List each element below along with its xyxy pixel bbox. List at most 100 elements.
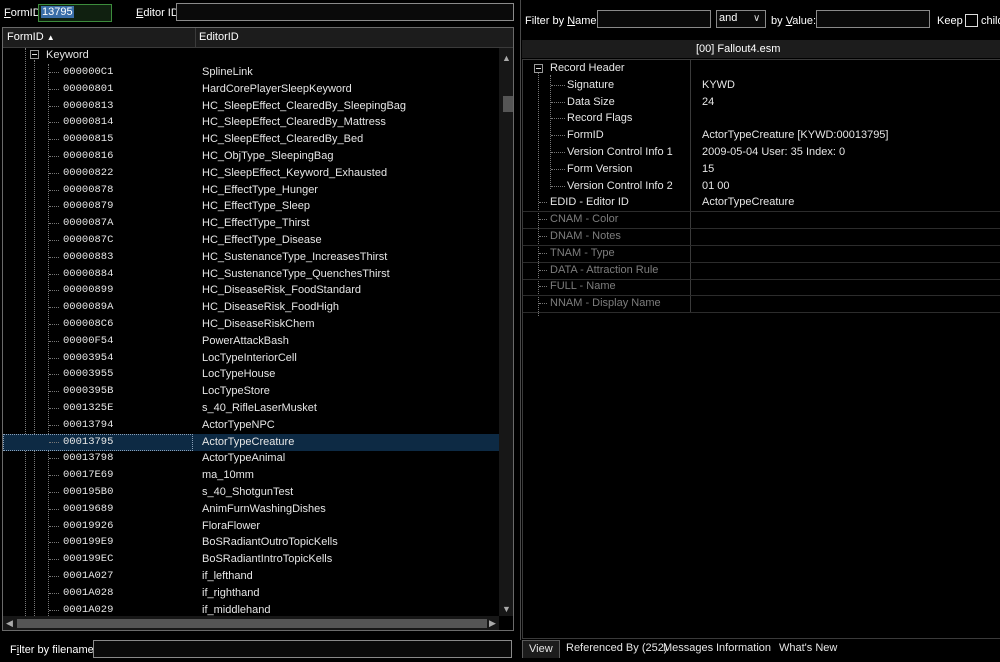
table-row[interactable]: 00000813 HC_SleepEffect_ClearedBy_Sleepin… [3,98,499,115]
table-row[interactable]: 00000815 HC_SleepEffect_ClearedBy_Bed [3,131,499,148]
row-formid: 000008C6 [63,318,114,330]
table-row[interactable]: 0001325E s_40_RifleLaserMusket [3,400,499,417]
table-row[interactable]: 0000395B LocTypeStore [3,383,499,400]
table-row[interactable]: 0000087A HC_EffectType_Thirst [3,215,499,232]
table-row[interactable]: 00000F54 PowerAttackBash [3,333,499,350]
field-row[interactable]: FULL - Name [523,278,1000,297]
table-row[interactable]: 0000089A HC_DiseaseRisk_FoodHigh [3,299,499,316]
keyword-group[interactable]: Keyword [46,49,89,61]
record-tree-pane: FormID ▲ EditorID Keyword 000000C1 Spline… [2,27,514,631]
field-row[interactable]: Version Control Info 2 01 00 [523,178,1000,195]
table-row[interactable]: 00000899 HC_DiseaseRisk_FoodStandard [3,282,499,299]
vertical-scroll-thumb[interactable] [503,96,513,112]
row-formid: 00000815 [63,133,114,146]
tab-view[interactable]: View [522,640,560,658]
row-formid: 00003955 [63,368,114,381]
keep-child-checkbox[interactable] [965,14,978,27]
row-editorid: HC_EffectType_Sleep [202,200,311,213]
row-formid: 00000816 [63,150,114,162]
table-row[interactable]: 00000814 HC_SleepEffect_ClearedBy_Mattres… [3,114,499,131]
scroll-down-icon[interactable]: ▼ [502,604,511,614]
field-row[interactable]: Form Version 15 [523,161,1000,178]
row-formid: 0000395B [63,385,114,398]
table-row[interactable]: 0000087C HC_EffectType_Disease [3,232,499,249]
field-row[interactable]: NNAM - Display Name [523,295,1000,314]
table-row[interactable]: 00013798 ActorTypeAnimal [3,450,499,467]
table-row[interactable]: 00000822 HC_SleepEffect_Keyword_Exhausted [3,165,499,182]
scroll-right-icon[interactable]: ▶ [489,618,496,629]
field-value: ActorTypeCreature [702,196,795,209]
field-row[interactable]: DNAM - Notes [523,228,1000,246]
table-row[interactable]: 00003955 LocTypeHouse [3,366,499,383]
row-editorid: ma_10mm [202,469,254,482]
row-formid: 00003954 [63,351,114,364]
row-editorid: HC_SleepEffect_ClearedBy_Mattress [202,116,386,129]
editorid-label: Editor ID [136,7,179,19]
tab-messages[interactable]: Messages [663,642,713,654]
table-row[interactable]: 000199E9 BoSRadiantOutroTopicKells [3,534,499,551]
editorid-input[interactable] [176,3,514,21]
field-row[interactable]: Record Header [523,60,1000,77]
table-row[interactable]: 00000878 HC_EffectType_Hunger [3,182,499,199]
field-row[interactable]: Signature KYWD [523,77,1000,94]
horizontal-scroll-thumb[interactable] [17,619,487,628]
table-row[interactable]: 00013794 ActorTypeNPC [3,417,499,434]
table-row[interactable]: 00000816 HC_ObjType_SleepingBag [3,148,499,165]
field-row[interactable]: Data Size 24 [523,94,1000,111]
table-row[interactable]: 000000C1 SplineLink [3,64,499,81]
row-formid: 00000814 [63,116,114,129]
table-row[interactable]: 000195B0 s_40_ShotgunTest [3,484,499,501]
table-row[interactable]: 0001A027 if_lefthand [3,568,499,585]
table-row[interactable]: 000199EC BoSRadiantIntroTopicKells [3,551,499,568]
row-formid: 00000F54 [63,334,114,347]
field-row[interactable]: TNAM - Type [523,245,1000,263]
tab-referenced-by[interactable]: Referenced By (252) [566,642,668,654]
row-editorid: BoSRadiantOutroTopicKells [202,536,338,549]
row-formid: 00000884 [63,267,114,280]
filter-value-input[interactable] [816,10,930,28]
row-editorid: s_40_ShotgunTest [202,486,294,498]
row-editorid: ActorTypeAnimal [202,452,286,465]
tab-whats-new[interactable]: What's New [779,642,837,654]
filter-name-label: Filter by Name: [525,15,600,27]
row-editorid: s_40_RifleLaserMusket [202,402,317,414]
table-row[interactable]: 00000883 HC_SustenanceType_IncreasesThirs… [3,249,499,266]
filter-name-input[interactable] [597,10,711,28]
table-row[interactable]: 00019689 AnimFurnWashingDishes [3,501,499,518]
vertical-scrollbar[interactable] [499,48,513,616]
row-formid: 000000C1 [63,66,114,78]
field-name: Signature [567,78,615,91]
column-header-editorid[interactable]: EditorID [199,31,239,43]
table-row[interactable]: 00000884 HC_SustenanceType_QuenchesThirst [3,266,499,283]
row-editorid: HC_DiseaseRisk_FoodStandard [202,284,361,297]
tab-information[interactable]: Information [716,642,771,654]
table-row[interactable]: 0001A028 if_righthand [3,585,499,602]
field-row[interactable]: FormID ActorTypeCreature [KYWD:00013795] [523,127,1000,144]
field-row[interactable]: Record Flags [523,110,1000,127]
field-row[interactable]: EDID - Editor ID ActorTypeCreature [523,194,1000,213]
formid-input[interactable]: 13795 [38,4,112,22]
keyword-collapse-icon[interactable] [30,50,39,59]
table-row[interactable]: 00000879 HC_EffectType_Sleep [3,198,499,215]
table-row[interactable]: 00013795 ActorTypeCreature [3,433,499,451]
column-header-formid[interactable]: FormID ▲ [7,31,55,43]
row-editorid: HardCorePlayerSleepKeyword [202,82,352,95]
field-value: 01 00 [702,179,730,192]
table-row[interactable]: 000008C6 HC_DiseaseRiskChem [3,316,499,333]
chevron-down-icon[interactable]: ∨ [753,13,760,24]
field-name: NNAM - Display Name [550,297,661,310]
filter-filename-input[interactable] [93,640,512,658]
field-row[interactable]: CNAM - Color [523,211,1000,230]
table-row[interactable]: 00019926 FloraFlower [3,518,499,535]
field-row[interactable]: DATA - Attraction Rule [523,262,1000,280]
field-row[interactable]: Version Control Info 1 2009-05-04 User: 3… [523,144,1000,161]
by-value-label: by Value: [771,15,817,27]
table-row[interactable]: 00003954 LocTypeInteriorCell [3,350,499,367]
row-formid: 00013794 [63,418,114,431]
row-editorid: HC_EffectType_Hunger [202,183,318,196]
table-row[interactable]: 00017E69 ma_10mm [3,467,499,484]
row-editorid: HC_SleepEffect_ClearedBy_SleepingBag [202,99,407,112]
table-row[interactable]: 00000801 HardCorePlayerSleepKeyword [3,81,499,98]
scroll-up-icon[interactable]: ▲ [502,53,511,63]
scroll-left-icon[interactable]: ◀ [6,618,13,629]
